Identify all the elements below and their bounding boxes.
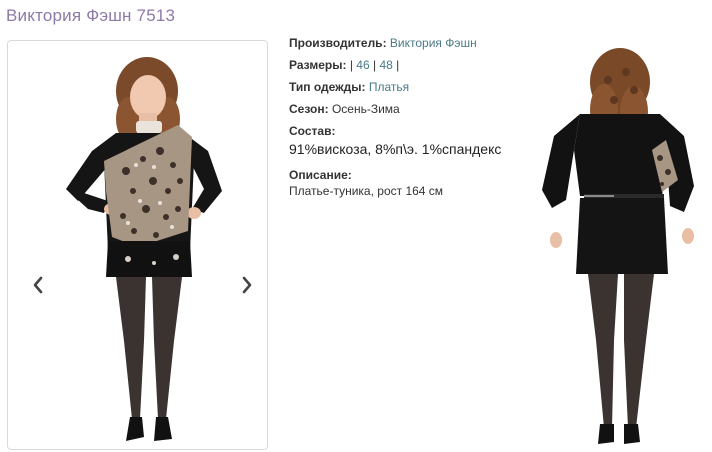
- sizes-row: Размеры: | 46 | 48 |: [289, 58, 539, 80]
- manufacturer-label: Производитель:: [289, 36, 387, 50]
- clothing-type-label: Тип одежды:: [289, 80, 366, 94]
- composition-label-row: Состав:: [289, 124, 539, 140]
- clothing-type-link[interactable]: Платья: [369, 80, 409, 94]
- size-option-48[interactable]: 48: [379, 58, 392, 72]
- description-value: Платье-туника, рост 164 см: [289, 184, 444, 198]
- sizes-label: Размеры:: [289, 58, 347, 72]
- product-image-gallery[interactable]: [7, 40, 268, 450]
- sizes-separator: |: [372, 58, 377, 72]
- chevron-left-icon: [33, 276, 43, 294]
- season-label: Сезон:: [289, 102, 329, 116]
- sizes-separator: |: [349, 58, 353, 72]
- product-photo-back: [542, 48, 694, 444]
- product-photo-front: [66, 57, 222, 441]
- chevron-right-icon: [242, 276, 252, 294]
- composition-value: 91%вискоза, 8%п\э. 1%спандекс: [289, 141, 502, 157]
- gallery-next-button[interactable]: [239, 273, 255, 297]
- product-details: Производитель: Виктория Фэшн Размеры: | …: [289, 36, 539, 198]
- season-row: Сезон: Осень-Зима: [289, 102, 539, 124]
- product-title: Виктория Фэшн 7513: [6, 6, 176, 25]
- manufacturer-link[interactable]: Виктория Фэшн: [390, 36, 477, 50]
- manufacturer-row: Производитель: Виктория Фэшн: [289, 36, 539, 58]
- gallery-prev-button[interactable]: [30, 273, 46, 297]
- sizes-separator: |: [396, 58, 400, 72]
- description-label-row: Описание:: [289, 168, 539, 184]
- size-option-46[interactable]: 46: [356, 58, 369, 72]
- clothing-type-row: Тип одежды: Платья: [289, 80, 539, 102]
- season-value: Осень-Зима: [331, 102, 400, 116]
- description-label: Описание:: [289, 168, 352, 182]
- composition-label: Состав:: [289, 124, 336, 138]
